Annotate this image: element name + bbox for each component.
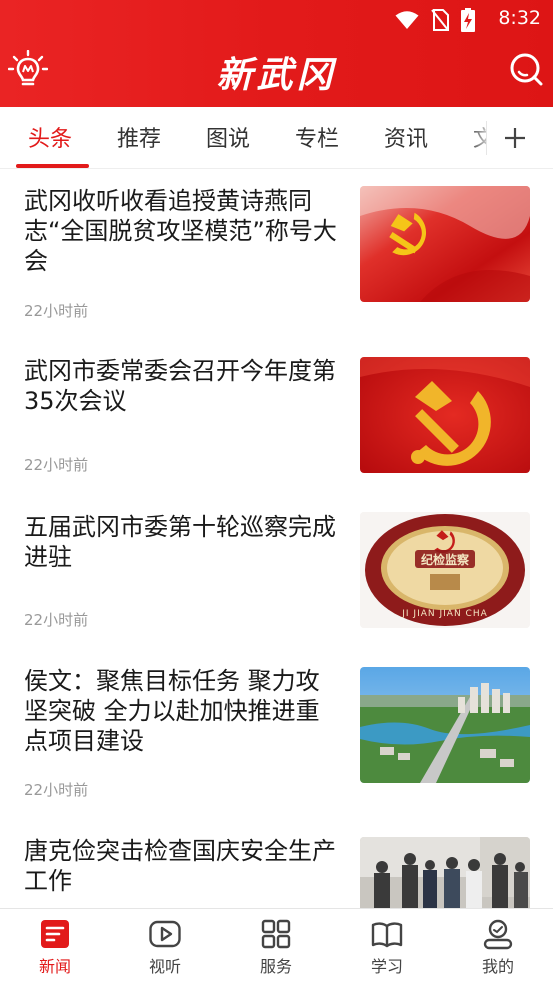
no-sim-icon (431, 9, 449, 31)
tab-photos[interactable]: 图说 (206, 121, 250, 153)
nav-study[interactable]: 学习 (332, 909, 442, 983)
app-header: 8:32 新武冈 (0, 0, 553, 107)
news-item[interactable]: 唐克俭突击检查国庆安全生产工作 (0, 836, 553, 908)
nav-video[interactable]: 视听 (110, 909, 220, 983)
city-aerial-photo (360, 667, 530, 783)
news-thumbnail[interactable] (360, 186, 530, 302)
app-screen: 8:32 新武冈 头条 推荐 图说 专栏 资讯 武冈收听收看追授黄诗燕同志“全国… (0, 0, 553, 983)
news-title[interactable]: 侯文：聚焦目标任务 聚力攻坚突破 全力以赴加快推进重点项目建设 (24, 666, 342, 756)
battery-charging-icon (461, 8, 475, 32)
party-flag-image (360, 186, 530, 302)
nav-news[interactable]: 新闻 (0, 909, 110, 983)
logo-ring-text: JI JIAN JIAN CHA (401, 609, 488, 619)
wifi-icon (395, 11, 419, 29)
inspection-group-photo (360, 837, 530, 908)
news-time: 22小时前 (24, 302, 89, 320)
status-time: 8:32 (498, 7, 541, 29)
app-title: 新武冈 (216, 54, 337, 96)
news-thumbnail[interactable]: 纪检监察 JI JIAN JIAN CHA (360, 512, 530, 628)
book-icon (371, 922, 403, 948)
news-title[interactable]: 五届武冈市委第十轮巡察完成进驻 (24, 512, 342, 572)
news-thumbnail[interactable] (360, 357, 530, 473)
bottom-nav: 新闻 视听 服务 学习 我的 (0, 908, 553, 983)
active-tab-indicator (16, 164, 89, 168)
news-title[interactable]: 唐克俭突击检查国庆安全生产工作 (24, 836, 342, 896)
nav-study-label: 学习 (370, 957, 403, 976)
title-bar: 新武冈 (0, 38, 553, 107)
logo-main-text: 纪检监察 (421, 552, 470, 567)
news-thumbnail[interactable] (360, 837, 530, 908)
nav-mine[interactable]: 我的 (443, 909, 553, 983)
nav-services[interactable]: 服务 (221, 909, 331, 983)
news-item[interactable]: 武冈市委常委会召开今年度第35次会议 22小时前 (0, 356, 553, 496)
nav-news-label: 新闻 (38, 957, 71, 976)
news-title[interactable]: 武冈市委常委会召开今年度第35次会议 (24, 356, 342, 416)
news-time: 22小时前 (24, 456, 89, 474)
nav-mine-label: 我的 (481, 957, 514, 976)
news-item[interactable]: 五届武冈市委第十轮巡察完成进驻 22小时前 纪检监察 JI JIAN JIAN … (0, 511, 553, 651)
nav-video-label: 视听 (148, 957, 181, 976)
tabs-more-button[interactable] (486, 107, 553, 168)
status-icons (395, 8, 475, 32)
category-tabs: 头条 推荐 图说 专栏 资讯 文 (0, 107, 553, 169)
grid-icon (261, 919, 291, 949)
tab-headlines[interactable]: 头条 (28, 121, 72, 153)
search-icon[interactable] (509, 52, 543, 86)
news-thumbnail[interactable] (360, 667, 530, 783)
nav-services-label: 服务 (259, 957, 292, 976)
status-bar: 8:32 (0, 0, 553, 38)
news-time: 22小时前 (24, 781, 89, 799)
tabs-separator (486, 121, 487, 155)
news-icon (41, 920, 69, 948)
news-time: 22小时前 (24, 611, 89, 629)
news-title[interactable]: 武冈收听收看追授黄诗燕同志“全国脱贫攻坚模范”称号大会 (24, 186, 342, 276)
tab-recommended[interactable]: 推荐 (117, 121, 161, 153)
plus-icon (505, 128, 525, 148)
profile-icon (483, 919, 513, 950)
discipline-inspection-logo: 纪检监察 JI JIAN JIAN CHA (360, 512, 530, 628)
news-list: 武冈收听收看追授黄诗燕同志“全国脱贫攻坚模范”称号大会 22小时前 武冈市委常委… (0, 170, 553, 908)
news-item[interactable]: 武冈收听收看追授黄诗燕同志“全国脱贫攻坚模范”称号大会 22小时前 (0, 185, 553, 335)
tab-news-info[interactable]: 资讯 (384, 121, 428, 153)
news-item[interactable]: 侯文：聚焦目标任务 聚力攻坚突破 全力以赴加快推进重点项目建设 22小时前 (0, 666, 553, 816)
tab-columns[interactable]: 专栏 (295, 121, 339, 153)
play-icon (149, 920, 181, 948)
hammer-sickle-image (360, 357, 530, 473)
